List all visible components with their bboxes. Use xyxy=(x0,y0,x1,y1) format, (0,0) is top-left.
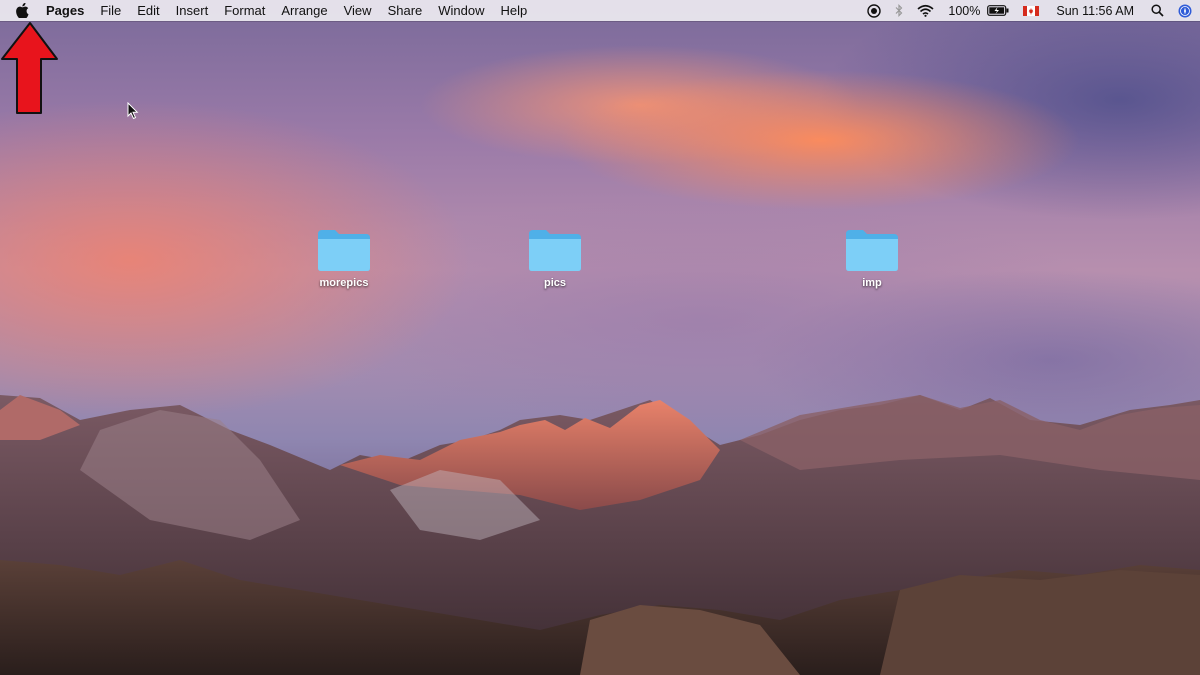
apple-menu-icon[interactable] xyxy=(0,0,38,21)
folder-pics[interactable]: pics xyxy=(510,228,600,289)
menu-view[interactable]: View xyxy=(336,3,380,18)
menu-bar: Pages File Edit Insert Format Arrange Vi… xyxy=(0,0,1200,21)
spotlight-search-icon[interactable] xyxy=(1144,0,1171,21)
notification-center-icon[interactable] xyxy=(1171,0,1200,21)
battery-charging-icon[interactable] xyxy=(987,0,1016,21)
menu-file[interactable]: File xyxy=(92,3,129,18)
wallpaper-mountains xyxy=(0,395,1200,675)
menu-format[interactable]: Format xyxy=(216,3,273,18)
folder-imp[interactable]: imp xyxy=(827,228,917,289)
desktop[interactable]: morepics pics imp xyxy=(0,0,1200,675)
menu-window[interactable]: Window xyxy=(430,3,492,18)
menubar-clock[interactable]: Sun 11:56 AM xyxy=(1046,0,1144,21)
menu-share[interactable]: Share xyxy=(380,3,431,18)
folder-icon xyxy=(529,230,581,271)
canada-flag-icon[interactable] xyxy=(1016,0,1046,21)
battery-percent[interactable]: 100% xyxy=(941,0,987,21)
wifi-icon[interactable] xyxy=(910,0,941,21)
menu-edit[interactable]: Edit xyxy=(129,3,167,18)
menu-help[interactable]: Help xyxy=(493,3,536,18)
mouse-pointer-icon xyxy=(127,102,139,120)
red-up-arrow-annotation xyxy=(1,22,58,114)
folder-label: imp xyxy=(862,277,882,289)
menu-arrange[interactable]: Arrange xyxy=(273,3,335,18)
screen-recording-icon[interactable] xyxy=(860,0,888,21)
folder-label: pics xyxy=(543,277,566,289)
folder-icon xyxy=(846,230,898,271)
bluetooth-icon[interactable] xyxy=(888,0,910,21)
folder-morepics[interactable]: morepics xyxy=(299,228,389,289)
folder-label: morepics xyxy=(319,277,369,289)
menu-app-pages[interactable]: Pages xyxy=(38,3,92,18)
folder-icon xyxy=(318,230,370,271)
menu-insert[interactable]: Insert xyxy=(168,3,217,18)
